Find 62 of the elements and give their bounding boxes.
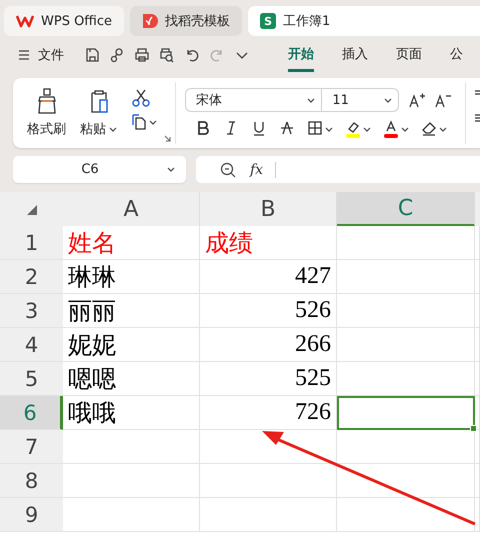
save-icon[interactable] bbox=[84, 47, 100, 63]
ribbon-tab[interactable]: 公 bbox=[450, 38, 463, 72]
ribbon-tab[interactable]: 开始 bbox=[288, 38, 314, 72]
caret-icon bbox=[363, 126, 371, 132]
table-cell: 琳琳 bbox=[63, 260, 200, 294]
scissors-icon[interactable] bbox=[131, 88, 151, 108]
column-header[interactable]: A bbox=[63, 192, 200, 227]
ribbon-tab[interactable]: 页面 bbox=[396, 38, 422, 72]
table-cell: 哦哦 bbox=[63, 396, 200, 430]
eraser-icon[interactable] bbox=[421, 120, 437, 138]
dialog-launcher-icon[interactable] bbox=[164, 135, 171, 142]
print-preview-icon[interactable] bbox=[159, 47, 175, 63]
table-cell: 丽丽 bbox=[63, 294, 200, 328]
table-cell: 427 bbox=[200, 260, 337, 294]
print-icon[interactable] bbox=[134, 47, 150, 63]
grow-font-icon[interactable] bbox=[409, 92, 425, 108]
underline-icon[interactable] bbox=[251, 120, 267, 138]
column-header[interactable]: C bbox=[337, 192, 475, 227]
row-header[interactable]: 8 bbox=[0, 464, 63, 498]
caret-icon bbox=[167, 167, 176, 172]
tab[interactable]: S 工作簿1 bbox=[248, 6, 480, 36]
font-color-icon[interactable] bbox=[383, 120, 399, 138]
table-cell: 成绩 bbox=[200, 226, 337, 260]
spreadsheet-logo-icon: S bbox=[260, 13, 276, 29]
name-box[interactable]: C6 bbox=[13, 156, 186, 183]
row-header[interactable]: 9 bbox=[0, 498, 63, 532]
row-header[interactable]: 3 bbox=[0, 294, 63, 328]
file-menu[interactable]: 文件 bbox=[14, 44, 68, 66]
shrink-font-icon[interactable] bbox=[435, 92, 451, 108]
caret-icon bbox=[109, 126, 117, 132]
table-cell: 妮妮 bbox=[63, 328, 200, 362]
tab[interactable]: 找稻壳模板 bbox=[130, 6, 242, 36]
caret-icon bbox=[439, 126, 447, 132]
table-cell: 嗯嗯 bbox=[63, 362, 200, 396]
share-icon[interactable] bbox=[109, 47, 125, 63]
bold-icon[interactable] bbox=[195, 120, 211, 138]
row-header[interactable]: 4 bbox=[0, 328, 63, 362]
zoom-out-icon[interactable] bbox=[220, 162, 236, 178]
menu-icon bbox=[18, 49, 30, 61]
format-painter-button[interactable]: 格式刷 bbox=[27, 88, 66, 144]
table-cell: 526 bbox=[200, 294, 337, 328]
paste-button[interactable]: 粘贴 bbox=[80, 88, 117, 144]
table-cell: 姓名 bbox=[63, 226, 200, 260]
table-cell: 726 bbox=[200, 396, 337, 430]
ribbon-tab[interactable]: 插入 bbox=[342, 38, 368, 72]
caret-icon bbox=[401, 126, 409, 132]
row-header[interactable]: 1 bbox=[0, 226, 63, 260]
copy-icon[interactable] bbox=[131, 114, 159, 130]
row-header[interactable]: 6 bbox=[0, 396, 63, 430]
row-header[interactable]: 5 bbox=[0, 362, 63, 396]
caret-icon bbox=[325, 126, 333, 132]
highlighter-icon[interactable] bbox=[345, 120, 361, 138]
select-all-icon[interactable] bbox=[26, 204, 38, 216]
table-cell: 525 bbox=[200, 362, 337, 396]
row-header[interactable]: 7 bbox=[0, 430, 63, 464]
column-header[interactable]: B bbox=[200, 192, 337, 227]
tab[interactable]: WPS Office bbox=[4, 6, 124, 36]
function-button[interactable]: fx bbox=[250, 162, 276, 178]
zigzag-logo-icon bbox=[16, 14, 34, 28]
selected-cell[interactable] bbox=[337, 396, 475, 430]
table-cell: 266 bbox=[200, 328, 337, 362]
row-header[interactable]: 2 bbox=[0, 260, 63, 294]
